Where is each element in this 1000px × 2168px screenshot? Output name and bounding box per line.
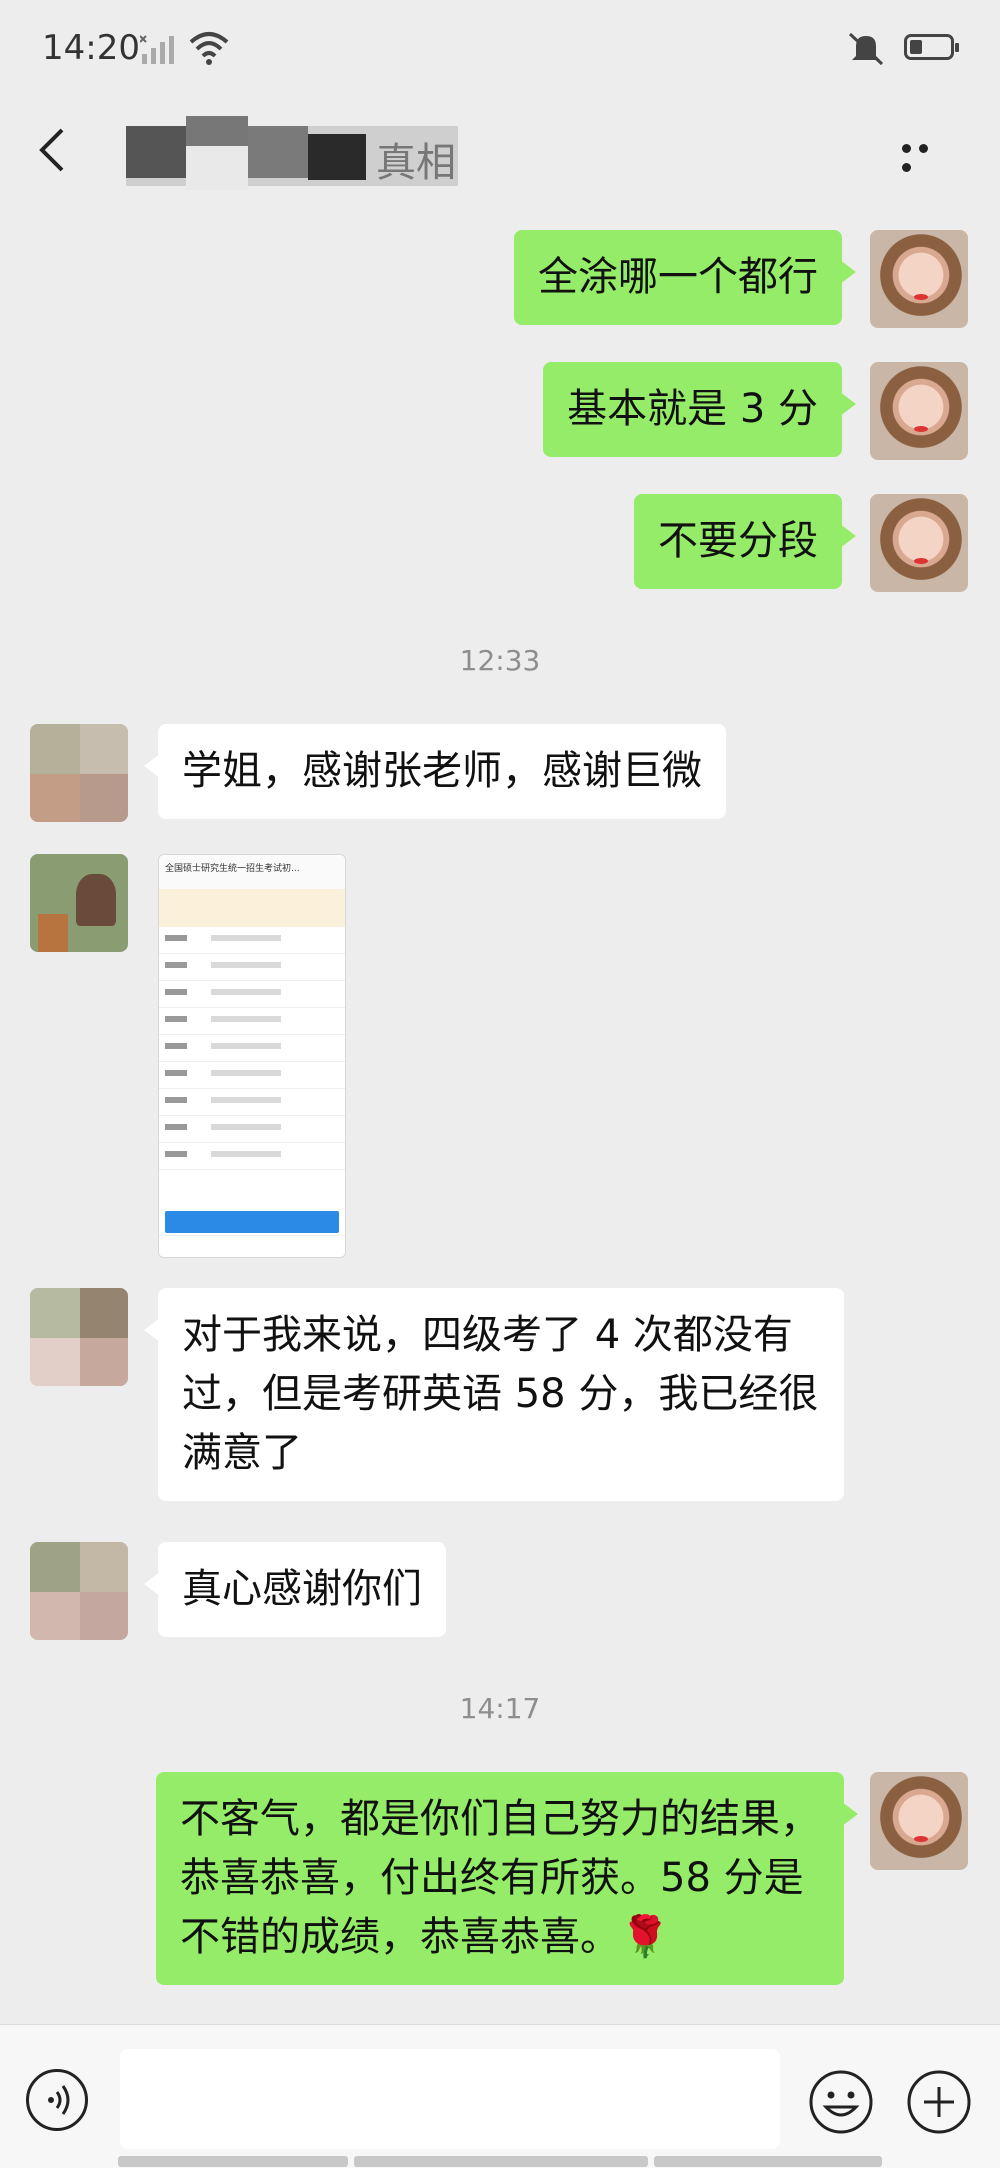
message-bubble-sent[interactable]: 全涂哪一个都行 [514,230,856,325]
plus-icon[interactable] [906,2069,972,2135]
my-avatar[interactable] [870,230,968,328]
message-timestamp: 14:17 [459,1692,541,1725]
voice-icon[interactable] [26,2069,88,2131]
image-button [165,1211,339,1233]
contact-avatar[interactable] [30,1542,128,1640]
chat-title-visible: 真相 [376,140,456,186]
nav-gesture-bar [354,2156,648,2167]
input-bar [0,2024,1000,2168]
message-bubble-received[interactable]: 学姐，感谢张老师，感谢巨微 [144,724,726,819]
my-avatar[interactable] [870,494,968,592]
contact-avatar[interactable] [30,854,128,952]
chat-title-redacted: 真相 [118,116,458,190]
mute-icon [848,32,884,66]
chat-header: 真相 [0,100,1000,200]
contact-avatar[interactable] [30,1288,128,1386]
message-bubble-received[interactable]: 真心感谢你们 [144,1542,446,1637]
message-bubble-received[interactable]: 对于我来说，四级考了 4 次都没有过，但是考研英语 58 分，我已经很满意了 [144,1288,844,1501]
message-bubble-sent[interactable]: 不要分段 [634,494,856,589]
nav-gesture-bar [118,2156,348,2167]
emoji-icon[interactable] [808,2069,874,2135]
signal-icon [140,35,174,64]
message-timestamp: 12:33 [459,644,541,677]
message-input[interactable] [120,2049,780,2149]
nav-gesture-bar [654,2156,882,2167]
more-icon[interactable] [902,138,952,172]
image-title: 全国硕士研究生统一招生考试初... [159,855,345,889]
my-avatar[interactable] [870,1772,968,1870]
battery-icon [904,34,959,60]
status-time: 14:20 [42,28,140,68]
wifi-icon [189,32,229,65]
contact-avatar[interactable] [30,724,128,822]
my-avatar[interactable] [870,362,968,460]
status-bar: 14:20 [0,0,1000,100]
message-image[interactable]: 全国硕士研究生统一招生考试初... [158,854,346,1258]
back-icon[interactable] [28,122,78,178]
message-bubble-sent[interactable]: 不客气，都是你们自己努力的结果，恭喜恭喜，付出终有所获。58 分是不错的成绩，恭… [156,1772,858,1985]
message-bubble-sent[interactable]: 基本就是 3 分 [543,362,856,457]
